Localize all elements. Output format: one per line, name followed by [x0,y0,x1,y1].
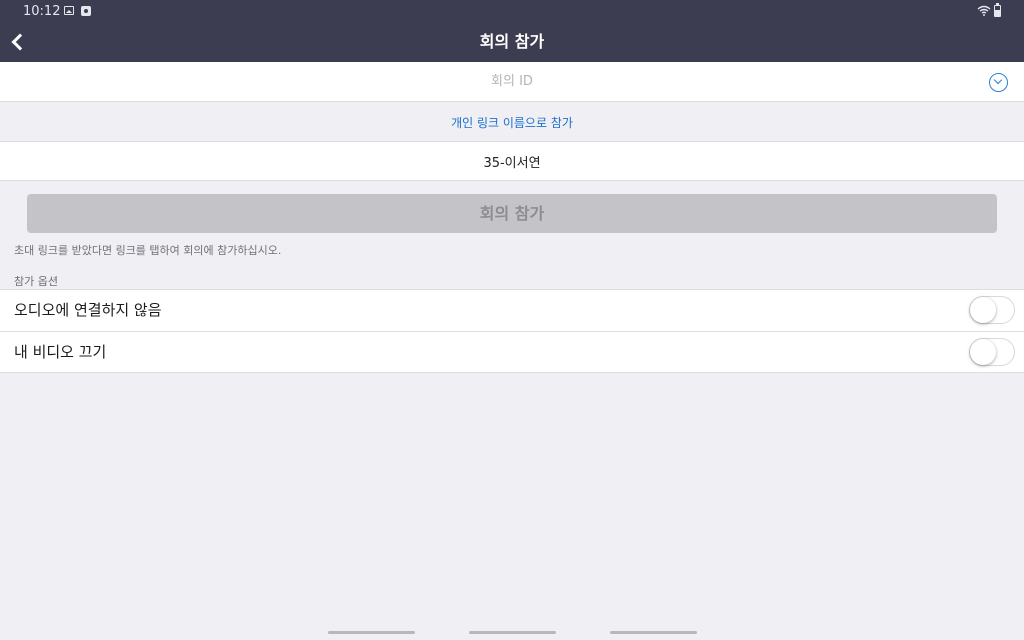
no-audio-toggle[interactable] [969,296,1015,324]
image-icon [64,6,74,15]
join-options-list: 오디오에 연결하지 않음 내 비디오 끄기 [0,289,1024,373]
toggle-knob [970,297,996,323]
meeting-id-input[interactable] [0,62,1024,101]
personal-link-row: 개인 링크 이름으로 참가 [0,102,1024,141]
status-bar: 10:12 [0,0,1024,22]
option-no-audio: 오디오에 연결하지 않음 [0,290,1024,331]
header-bar: 회의 참가 [0,22,1024,62]
nav-home-button[interactable] [469,631,556,634]
invite-hint: 초대 링크를 받았다면 링크를 탭하여 회의에 참가하십시오. [14,244,282,257]
wifi-icon [977,5,991,16]
toggle-knob [970,339,996,365]
status-time: 10:12 [23,4,61,19]
option-video-off: 내 비디오 끄기 [0,331,1024,372]
nav-recents-button[interactable] [328,631,415,634]
join-options-label: 참가 옵션 [14,275,58,288]
meeting-id-row [0,62,1024,102]
back-button[interactable] [4,28,32,56]
option-no-audio-label: 오디오에 연결하지 않음 [14,301,162,319]
join-with-personal-link-button[interactable]: 개인 링크 이름으로 참가 [451,116,573,130]
settings-icon [81,6,91,16]
battery-icon [994,3,1001,17]
join-meeting-button[interactable]: 회의 참가 [27,194,997,233]
chevron-down-circle-icon[interactable] [989,73,1008,92]
display-name-row [0,141,1024,181]
page-title: 회의 참가 [479,32,545,51]
video-off-toggle[interactable] [969,338,1015,366]
display-name-input[interactable] [0,142,1024,180]
nav-back-button[interactable] [610,631,697,634]
option-video-off-label: 내 비디오 끄기 [14,343,107,361]
